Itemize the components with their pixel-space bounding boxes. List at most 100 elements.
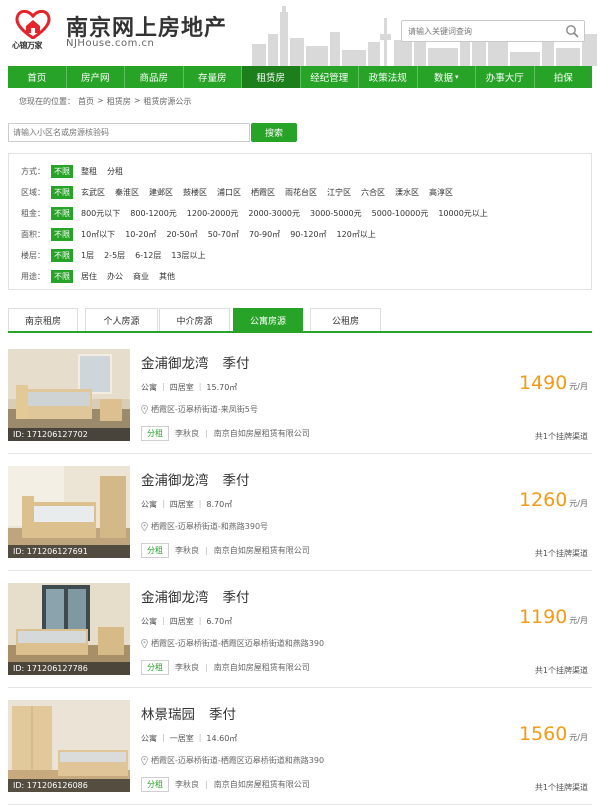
filter-option[interactable]: 90-120㎡ bbox=[290, 229, 326, 240]
breadcrumb-current: 租赁房源公示 bbox=[143, 97, 192, 106]
filter-label: 面积： bbox=[21, 229, 45, 239]
nav-item-service-hall[interactable]: 办事大厅 bbox=[476, 66, 535, 88]
filter-option[interactable]: 高淳区 bbox=[429, 187, 453, 198]
filter-option[interactable]: 雨花台区 bbox=[285, 187, 317, 198]
search-icon[interactable] bbox=[565, 24, 579, 38]
listing-photo[interactable]: ID: 171206127786 bbox=[8, 583, 130, 675]
nav-item-resale-housing[interactable]: 存量房 bbox=[184, 66, 242, 88]
location-pin-icon bbox=[141, 756, 148, 765]
filter-option[interactable]: 不限 bbox=[51, 227, 73, 241]
listing-address: 栖霞区-迈皋桥街道-来凤街5号 bbox=[141, 404, 258, 415]
listing-photo[interactable]: ID: 171206127702 bbox=[8, 349, 130, 441]
listing-attributes: 公寓 | 四居室 | 6.70㎡ bbox=[141, 616, 233, 626]
filter-option[interactable]: 栖霞区 bbox=[251, 187, 275, 198]
listing-title[interactable]: 金浦御龙湾 季付 bbox=[141, 469, 250, 489]
filter-option[interactable]: 2-5层 bbox=[104, 250, 125, 261]
filter-option[interactable]: 溧水区 bbox=[395, 187, 419, 198]
rent-mode-badge: 分租 bbox=[141, 426, 169, 441]
filter-option[interactable]: 整租 bbox=[81, 166, 97, 177]
listing-photo[interactable]: ID: 171206126086 bbox=[8, 700, 130, 792]
nav-item-guarantee[interactable]: 拍保 bbox=[535, 66, 593, 88]
filter-option[interactable]: 建邺区 bbox=[149, 187, 173, 198]
listing-attributes: 公寓 | 四居室 | 15.70㎡ bbox=[141, 382, 238, 392]
filter-option[interactable]: 3000-5000元 bbox=[310, 208, 362, 219]
tab-public-rental[interactable]: 公租房 bbox=[310, 308, 381, 331]
filter-option[interactable]: 1200-2000元 bbox=[187, 208, 239, 219]
tab-personal-listings[interactable]: 个人房源 bbox=[85, 308, 158, 331]
filter-option[interactable]: 江宁区 bbox=[327, 187, 351, 198]
filter-option[interactable]: 秦淮区 bbox=[115, 187, 139, 198]
listing-channel-count[interactable]: 共1个挂牌渠道 bbox=[535, 431, 588, 442]
site-search-input[interactable] bbox=[408, 21, 558, 41]
listing-id: ID: 171206127786 bbox=[8, 662, 130, 675]
listing-photo[interactable]: ID: 171206127691 bbox=[8, 466, 130, 558]
filter-option[interactable]: 分租 bbox=[107, 166, 123, 177]
listing-channel-count[interactable]: 共1个挂牌渠道 bbox=[535, 665, 588, 676]
filter-option[interactable]: 鼓楼区 bbox=[183, 187, 207, 198]
tab-nanjing-rental[interactable]: 南京租房 bbox=[8, 308, 78, 331]
filter-option[interactable]: 其他 bbox=[159, 271, 175, 282]
listing-price: 1190 元/月 bbox=[518, 606, 588, 628]
listing-title[interactable]: 金浦御龙湾 季付 bbox=[141, 352, 250, 372]
listing-channel-count[interactable]: 共1个挂牌渠道 bbox=[535, 782, 588, 793]
filter-option[interactable]: 5000-10000元 bbox=[372, 208, 429, 219]
filter-label: 用途： bbox=[21, 271, 45, 281]
filter-option[interactable]: 10000元以上 bbox=[438, 208, 487, 219]
listing-agent-info: 分租 李秋良 | 南京自如房屋租赁有限公司 bbox=[141, 426, 310, 441]
filter-option[interactable]: 不限 bbox=[51, 164, 73, 178]
filter-option[interactable]: 不限 bbox=[51, 248, 73, 262]
listing-attributes: 公寓 | 四居室 | 8.70㎡ bbox=[141, 499, 233, 509]
listing-channel-count[interactable]: 共1个挂牌渠道 bbox=[535, 548, 588, 559]
filter-option[interactable]: 70-90㎡ bbox=[249, 229, 280, 240]
filter-option[interactable]: 50-70㎡ bbox=[208, 229, 239, 240]
heart-house-logo-icon[interactable] bbox=[14, 9, 52, 39]
filter-option[interactable]: 2000-3000元 bbox=[248, 208, 300, 219]
filter-option[interactable]: 1层 bbox=[81, 250, 94, 261]
site-search-box[interactable] bbox=[401, 20, 585, 42]
filter-panel: 方式： 不限 整租 分租 区域： 不限 玄武区 秦淮区 建邺区 鼓楼区 浦口区 … bbox=[8, 153, 592, 290]
listing-source-tabs: 南京租房 个人房源 中介房源 公寓房源 公租房 bbox=[8, 308, 592, 333]
breadcrumb-separator: > bbox=[97, 96, 104, 105]
filter-option[interactable]: 商业 bbox=[133, 271, 149, 282]
listing-price: 1490 元/月 bbox=[518, 372, 588, 394]
tab-apartment-listings[interactable]: 公寓房源 bbox=[233, 308, 303, 331]
filter-option[interactable]: 居住 bbox=[81, 271, 97, 282]
filter-option[interactable]: 800元以下 bbox=[81, 208, 120, 219]
nav-item-home[interactable]: 首页 bbox=[8, 66, 67, 88]
listing-title[interactable]: 金浦御龙湾 季付 bbox=[141, 586, 250, 606]
tab-agency-listings[interactable]: 中介房源 bbox=[159, 308, 230, 331]
breadcrumb-home[interactable]: 首页 bbox=[78, 96, 94, 107]
filter-row-district: 区域： 不限 玄武区 秦淮区 建邺区 鼓楼区 浦口区 栖霞区 雨花台区 江宁区 … bbox=[21, 185, 463, 199]
listing-address: 栖霞区-迈皋桥街道-栖霞区迈皋桥街道和燕路390 bbox=[141, 638, 324, 649]
filter-option[interactable]: 玄武区 bbox=[81, 187, 105, 198]
listing-attributes: 公寓 | 一居室 | 14.60㎡ bbox=[141, 733, 238, 743]
listing-id: ID: 171206126086 bbox=[8, 779, 130, 792]
filter-option[interactable]: 不限 bbox=[51, 206, 73, 220]
filter-option[interactable]: 办公 bbox=[107, 271, 123, 282]
filter-option[interactable]: 10-20㎡ bbox=[125, 229, 156, 240]
rent-mode-badge: 分租 bbox=[141, 543, 169, 558]
listing-title[interactable]: 林景瑞园 季付 bbox=[141, 703, 236, 723]
nav-item-brokerage[interactable]: 经纪管理 bbox=[301, 66, 359, 88]
filter-row-area: 面积： 不限 10㎡以下 10-20㎡ 20-50㎡ 50-70㎡ 70-90㎡… bbox=[21, 227, 386, 241]
breadcrumb-rental[interactable]: 租赁房 bbox=[107, 96, 131, 107]
filter-option[interactable]: 20-50㎡ bbox=[166, 229, 197, 240]
nav-item-rental[interactable]: 租赁房 bbox=[242, 66, 301, 88]
filter-option[interactable]: 浦口区 bbox=[217, 187, 241, 198]
listing-search-button[interactable]: 搜索 bbox=[251, 123, 297, 142]
nav-item-property[interactable]: 房产网 bbox=[67, 66, 125, 88]
filter-option[interactable]: 800-1200元 bbox=[130, 208, 177, 219]
listing-search-box[interactable] bbox=[8, 123, 250, 142]
filter-option[interactable]: 120㎡以上 bbox=[337, 229, 376, 240]
filter-option[interactable]: 13层以上 bbox=[171, 250, 205, 261]
filter-option[interactable]: 不限 bbox=[51, 185, 73, 199]
location-pin-icon bbox=[141, 639, 148, 648]
nav-item-policy[interactable]: 政策法规 bbox=[359, 66, 418, 88]
filter-option[interactable]: 10㎡以下 bbox=[81, 229, 115, 240]
filter-option[interactable]: 不限 bbox=[51, 269, 73, 283]
filter-option[interactable]: 6-12层 bbox=[135, 250, 161, 261]
filter-option[interactable]: 六合区 bbox=[361, 187, 385, 198]
nav-item-commercial-housing[interactable]: 商品房 bbox=[125, 66, 184, 88]
nav-item-data[interactable]: 数据 ▾ bbox=[418, 66, 476, 88]
listing-search-input[interactable] bbox=[9, 124, 249, 141]
